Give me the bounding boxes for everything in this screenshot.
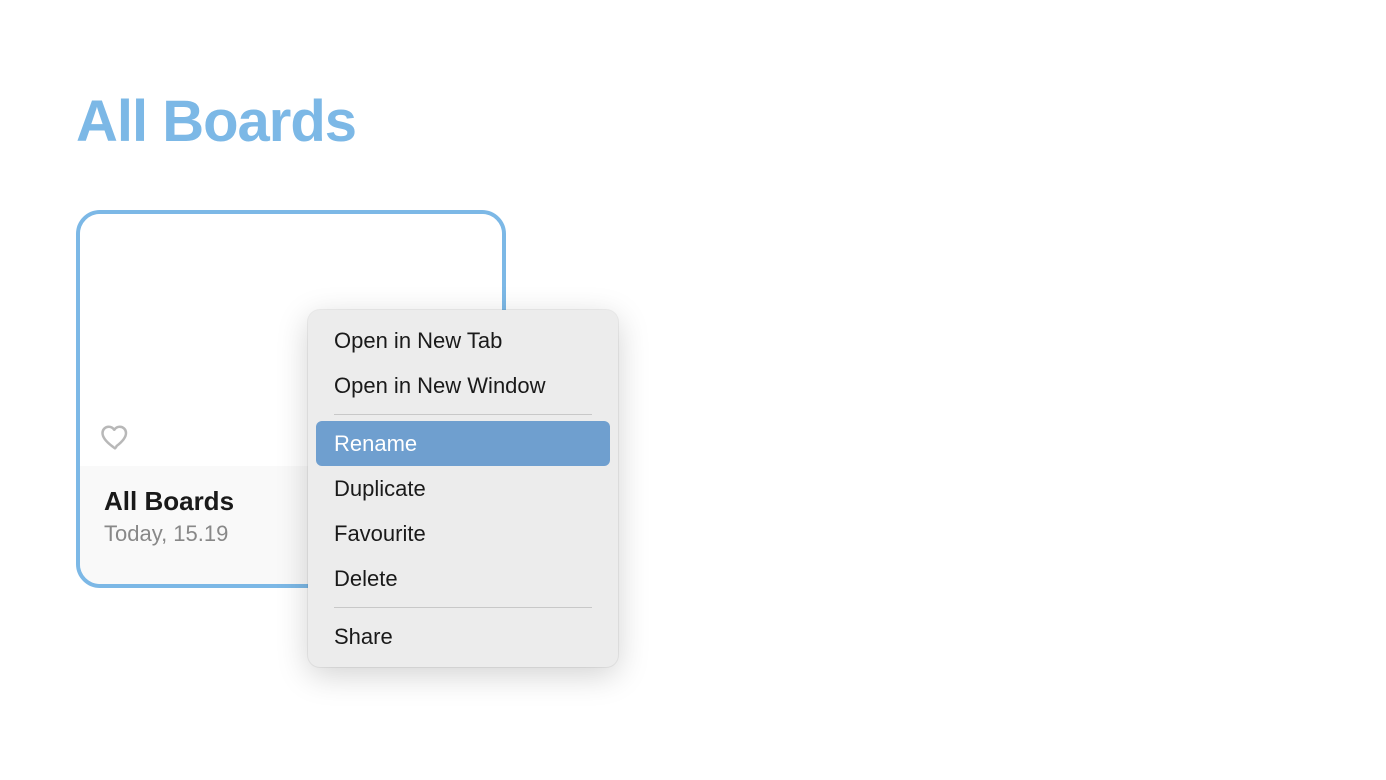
- menu-item-open-new-window[interactable]: Open in New Window: [316, 363, 610, 408]
- heart-icon[interactable]: [100, 422, 130, 452]
- menu-item-open-new-tab[interactable]: Open in New Tab: [316, 318, 610, 363]
- menu-separator: [334, 414, 592, 415]
- menu-separator: [334, 607, 592, 608]
- menu-item-delete[interactable]: Delete: [316, 556, 610, 601]
- menu-item-rename[interactable]: Rename: [316, 421, 610, 466]
- menu-item-duplicate[interactable]: Duplicate: [316, 466, 610, 511]
- menu-item-share[interactable]: Share: [316, 614, 610, 659]
- page-title: All Boards: [76, 88, 356, 155]
- menu-item-favourite[interactable]: Favourite: [316, 511, 610, 556]
- context-menu: Open in New Tab Open in New Window Renam…: [308, 310, 618, 667]
